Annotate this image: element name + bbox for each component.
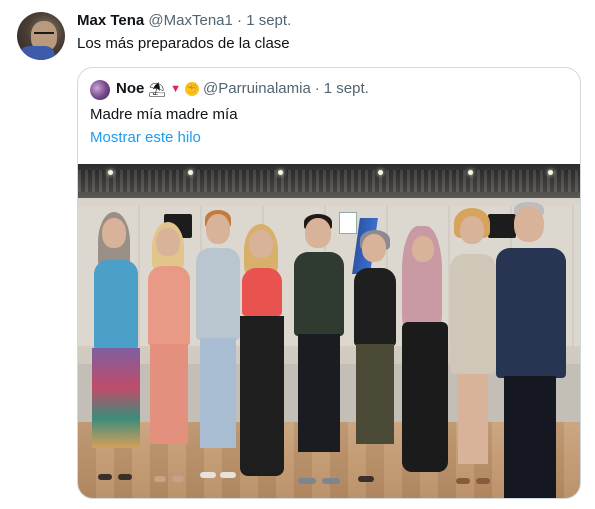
ceiling-light (188, 170, 193, 175)
header-separator: · (237, 12, 243, 29)
ceiling-light (278, 170, 283, 175)
group-photo[interactable] (78, 164, 580, 498)
avatar-shirt (19, 46, 55, 60)
quoted-author-avatar[interactable] (90, 80, 110, 100)
person-9 (490, 202, 570, 498)
ceiling-light (548, 170, 553, 175)
raised-fist-icon: ✊ (185, 81, 200, 96)
quoted-tweet-date[interactable]: 1 sept. (324, 80, 369, 97)
person-4 (232, 224, 290, 492)
quoted-tweet-text: Madre mía madre mía (90, 106, 238, 123)
ceiling-light (108, 170, 113, 175)
author-name[interactable]: Max Tena (77, 12, 144, 29)
beach-umbrella-icon: ⛱ (148, 80, 167, 97)
show-thread-link[interactable]: Mostrar este hilo (90, 129, 201, 146)
tweet[interactable]: Max Tena @MaxTena1 · 1 sept. Los más pre… (0, 0, 595, 509)
ceiling-light (378, 170, 383, 175)
author-avatar[interactable] (17, 12, 65, 60)
quoted-tweet-header: Noe ⛱ ▼ ✊ @Parruinalamia · 1 sept. (116, 80, 369, 97)
tweet-header: Max Tena @MaxTena1 · 1 sept. (77, 12, 291, 29)
avatar-glasses (34, 32, 54, 39)
photo-ceiling-slats (78, 170, 580, 192)
ceiling-light (468, 170, 473, 175)
quoted-header-separator: · (314, 80, 320, 97)
quoted-tweet[interactable]: Noe ⛱ ▼ ✊ @Parruinalamia · 1 sept. Madre… (77, 67, 581, 499)
red-triangle-icon: ▼ (170, 82, 182, 95)
person-5 (286, 214, 350, 492)
tweet-text: Los más preparados de la clase (77, 35, 290, 52)
author-handle[interactable]: @MaxTena1 (148, 12, 232, 29)
quoted-author-name[interactable]: Noe (116, 80, 144, 97)
tweet-date[interactable]: 1 sept. (246, 12, 291, 29)
person-1 (86, 212, 146, 492)
quoted-author-handle[interactable]: @Parruinalamia (203, 80, 311, 97)
